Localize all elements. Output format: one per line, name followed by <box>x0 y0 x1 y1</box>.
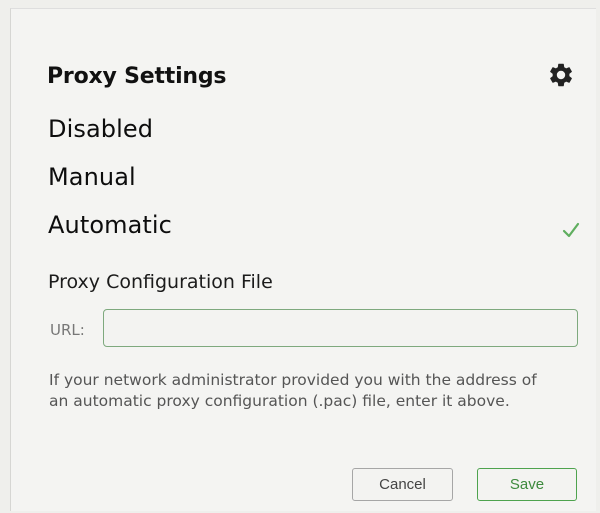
proxy-settings-dialog: Proxy Settings Disabled Manual Automatic… <box>10 8 596 511</box>
gear-icon[interactable] <box>547 61 575 89</box>
help-text: If your network administrator provided y… <box>49 371 537 410</box>
option-manual[interactable]: Manual <box>48 163 136 191</box>
option-disabled[interactable]: Disabled <box>48 115 153 143</box>
dialog-title: Proxy Settings <box>47 64 227 89</box>
screen: Proxy Settings Disabled Manual Automatic… <box>0 0 600 513</box>
checkmark-icon <box>562 222 580 238</box>
save-button[interactable]: Save <box>477 468 577 501</box>
url-label: URL: <box>50 321 85 339</box>
proxy-config-file-heading: Proxy Configuration File <box>48 271 273 293</box>
cancel-button[interactable]: Cancel <box>352 468 453 501</box>
option-automatic[interactable]: Automatic <box>48 211 172 239</box>
url-input[interactable] <box>103 309 578 347</box>
